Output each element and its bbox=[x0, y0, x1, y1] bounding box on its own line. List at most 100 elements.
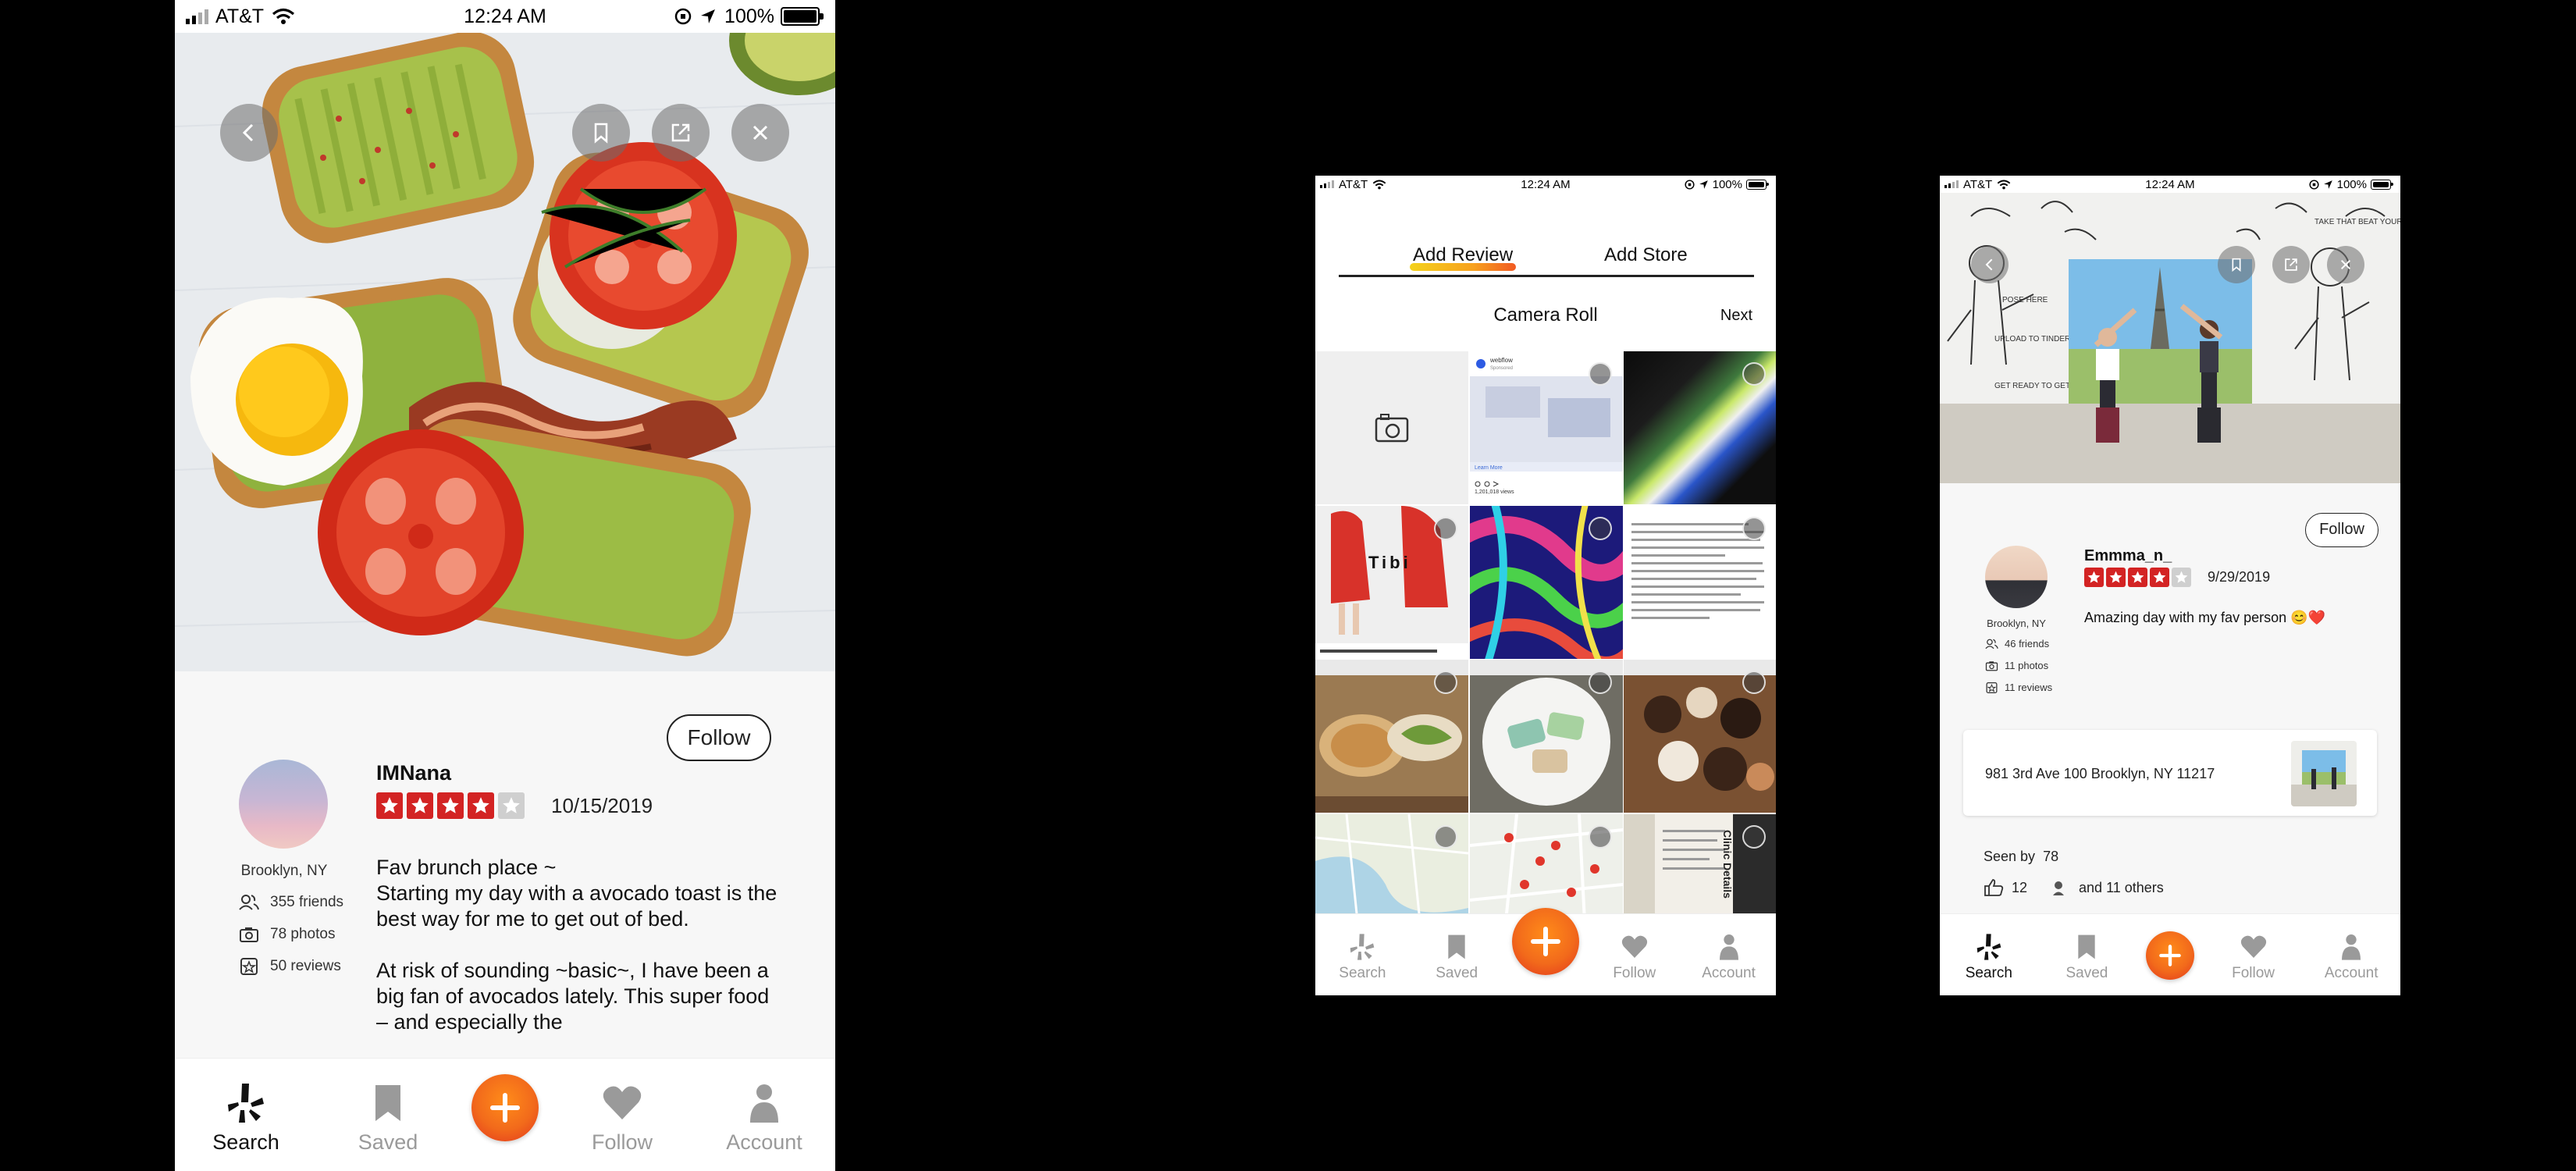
avatar[interactable] bbox=[1985, 546, 2048, 608]
friends-stat: 46 friends bbox=[1985, 638, 2049, 650]
bottom-tab-bar: Search Saved Follow Account bbox=[175, 1058, 835, 1171]
share-button[interactable] bbox=[2272, 246, 2310, 283]
photo-thumb[interactable] bbox=[1469, 660, 1623, 813]
battery-icon bbox=[2371, 179, 2393, 190]
carrier-label: AT&T bbox=[215, 5, 265, 27]
likes-others: and 11 others bbox=[2079, 879, 2164, 895]
bookmark-button[interactable] bbox=[572, 104, 630, 162]
tab-follow[interactable]: Follow bbox=[1596, 933, 1674, 982]
heart-icon bbox=[2240, 935, 2266, 958]
tab-follow[interactable]: Follow bbox=[2215, 933, 2293, 982]
tab-search[interactable]: Search bbox=[1950, 933, 2028, 982]
bookmark-button[interactable] bbox=[2218, 246, 2255, 283]
carrier-label: AT&T bbox=[1963, 177, 1993, 191]
select-circle[interactable] bbox=[1588, 516, 1612, 540]
select-circle[interactable] bbox=[1434, 516, 1457, 540]
photos-count: 11 photos bbox=[2005, 660, 2049, 671]
rating-star bbox=[498, 792, 525, 819]
close-button[interactable] bbox=[2327, 246, 2364, 283]
rating-star bbox=[2150, 568, 2169, 587]
camera-tile[interactable] bbox=[1315, 351, 1468, 504]
close-button[interactable] bbox=[731, 104, 789, 162]
review-text: Amazing day with my fav person 😊❤️ bbox=[2084, 610, 2325, 625]
tab-label: Account bbox=[1702, 965, 1756, 981]
orientation-lock-icon bbox=[2309, 179, 2319, 190]
person-icon bbox=[1719, 934, 1738, 960]
username[interactable]: Emmma_n_ bbox=[2084, 547, 2172, 565]
friends-count: 355 friends bbox=[270, 894, 344, 910]
tab-label: Saved bbox=[2065, 965, 2108, 981]
friends-stat: 355 friends bbox=[239, 894, 343, 911]
add-button[interactable] bbox=[2145, 931, 2194, 980]
photo-thumb[interactable] bbox=[1624, 351, 1776, 504]
tab-search[interactable]: Search bbox=[1323, 933, 1401, 982]
select-circle[interactable] bbox=[1588, 824, 1612, 849]
tab-account[interactable]: Account bbox=[706, 1082, 823, 1155]
back-button[interactable] bbox=[1971, 246, 2008, 283]
tab-account[interactable]: Account bbox=[1690, 933, 1768, 982]
signal-icon bbox=[186, 9, 211, 24]
share-button[interactable] bbox=[652, 104, 710, 162]
user-location: Brooklyn, NY bbox=[240, 863, 328, 879]
select-circle[interactable] bbox=[1588, 362, 1612, 386]
photo-thumb[interactable] bbox=[1624, 660, 1776, 813]
thumb-brand: webflow bbox=[1489, 357, 1513, 364]
tab-label: Follow bbox=[591, 1130, 653, 1154]
photo-thumb[interactable] bbox=[1624, 505, 1776, 659]
review-text: Fav brunch place ~ Starting my day with … bbox=[376, 855, 782, 1050]
photo-thumb[interactable]: Tibi bbox=[1315, 505, 1468, 659]
signal-icon bbox=[1320, 180, 1336, 188]
select-circle[interactable] bbox=[1434, 824, 1457, 849]
review-photo[interactable]: POSE HERE UPLOAD TO TINDER GET READY TO … bbox=[1940, 193, 2400, 483]
status-bar: AT&T 12:24 AM 100% bbox=[1315, 176, 1776, 193]
review-detail-screen-2: AT&T 12:24 AM 100% POSE HERE UPLOAD TO T… bbox=[1940, 176, 2400, 995]
plus-icon bbox=[1530, 927, 1560, 956]
photo-thumb[interactable] bbox=[1315, 660, 1468, 813]
tab-label: Saved bbox=[358, 1130, 418, 1154]
thumb-views: 1,201,018 views bbox=[1475, 489, 1514, 495]
camera-roll-screen: AT&T 12:24 AM 100% Add Review Add Store … bbox=[1315, 176, 1776, 995]
tab-saved[interactable]: Saved bbox=[2048, 933, 2126, 982]
business-thumbnail bbox=[2291, 741, 2357, 806]
select-circle[interactable] bbox=[1742, 824, 1766, 849]
thumb-sponsored: Sponsored bbox=[1490, 366, 1513, 371]
friends-icon bbox=[1985, 639, 1998, 649]
review-photo[interactable] bbox=[175, 33, 835, 671]
tab-follow[interactable]: Follow bbox=[564, 1082, 681, 1155]
thumbs-up-icon[interactable] bbox=[1984, 878, 2004, 897]
person-icon bbox=[2342, 934, 2361, 960]
business-card[interactable]: 981 3rd Ave 100 Brooklyn, NY 11217 bbox=[1963, 730, 2377, 816]
tab-saved[interactable]: Saved bbox=[1418, 933, 1496, 982]
photo-thumb[interactable]: webflow Sponsored Learn More 1,201,018 view… bbox=[1469, 351, 1623, 504]
bookmark-filled-icon bbox=[375, 1085, 400, 1121]
tab-search[interactable]: Search bbox=[187, 1082, 304, 1155]
follow-button[interactable]: Follow bbox=[667, 714, 771, 761]
review-detail-screen: AT&T 12:24 AM 100% Follow Brooklyn, NY 3… bbox=[175, 0, 835, 1171]
star-rating bbox=[376, 792, 528, 819]
camera-icon bbox=[1375, 414, 1409, 443]
tab-saved[interactable]: Saved bbox=[329, 1082, 447, 1155]
star-rating bbox=[2084, 568, 2194, 587]
friends-count: 46 friends bbox=[2005, 638, 2050, 650]
add-button[interactable] bbox=[1511, 908, 1579, 975]
username[interactable]: IMNana bbox=[376, 761, 451, 785]
photo-thumb[interactable] bbox=[1469, 505, 1623, 659]
select-circle[interactable] bbox=[1742, 516, 1766, 540]
avatar[interactable] bbox=[239, 760, 328, 849]
signal-icon bbox=[1944, 180, 1960, 188]
add-button[interactable] bbox=[471, 1074, 539, 1141]
tab-add-review[interactable]: Add Review bbox=[1410, 244, 1517, 271]
rating-star bbox=[437, 792, 464, 819]
select-circle[interactable] bbox=[1742, 671, 1766, 694]
review-star-icon bbox=[240, 958, 258, 975]
next-button[interactable]: Next bbox=[1720, 307, 1752, 325]
tab-account[interactable]: Account bbox=[2312, 933, 2390, 982]
select-circle[interactable] bbox=[1742, 362, 1766, 386]
select-circle[interactable] bbox=[1434, 671, 1457, 694]
tab-add-store[interactable]: Add Store bbox=[1604, 244, 1688, 266]
follow-button[interactable]: Follow bbox=[2305, 513, 2379, 547]
select-circle[interactable] bbox=[1588, 671, 1612, 694]
back-button[interactable] bbox=[220, 104, 278, 162]
reviews-stat: 50 reviews bbox=[239, 958, 341, 975]
bookmark-icon bbox=[594, 123, 608, 144]
